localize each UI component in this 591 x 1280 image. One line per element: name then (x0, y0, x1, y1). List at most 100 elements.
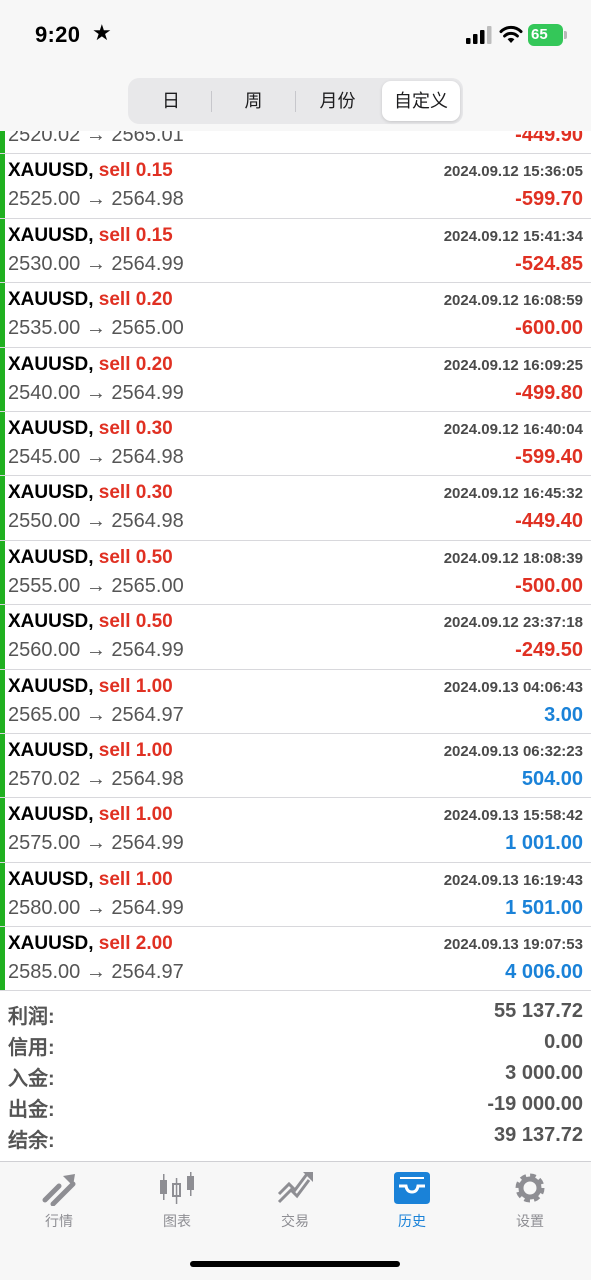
row-indicator-bar (0, 669, 5, 733)
row-indicator-bar (0, 283, 5, 347)
summary-row: 利润: 55 137.72 (0, 996, 591, 1028)
row-indicator-bar (0, 347, 5, 411)
trade-profit: 4 006.00 (505, 961, 583, 984)
trade-side-volume: sell 0.30 (98, 417, 173, 439)
settings-icon (515, 1173, 545, 1203)
trade-prices: 2550.00 → 2564.98 (8, 510, 184, 533)
summary-label: 信用: (8, 1037, 55, 1059)
row-indicator-bar (0, 862, 5, 927)
tab-settings[interactable]: 设置 (480, 1170, 580, 1234)
trade-profit: -249.50 (515, 639, 583, 662)
trade-history-list[interactable]: 2520.02 → 2565.01 -449.90 XAUUSD, sell 0… (0, 90, 591, 992)
trade-profit: -500.00 (515, 574, 583, 597)
trade-time: 2024.09.13 16:19:43 (443, 871, 583, 889)
tab-day[interactable]: 日 (131, 81, 211, 121)
wifi-icon (499, 25, 523, 43)
trade-symbol-name: XAUUSD, (8, 160, 94, 182)
trade-profit: 1 001.00 (505, 832, 583, 855)
trade-symbol-name: XAUUSD, (8, 417, 94, 439)
trade-symbol-name: XAUUSD, (8, 224, 94, 246)
tab-history[interactable]: 历史 (362, 1170, 462, 1234)
trade-symbol-name: XAUUSD, (8, 546, 94, 568)
trade-profit: 3.00 (544, 703, 583, 726)
summary-value: 0.00 (544, 1031, 583, 1053)
trade-time: 2024.09.13 15:58:42 (443, 807, 583, 825)
tab-month[interactable]: 月份 (296, 81, 379, 121)
home-indicator (190, 1261, 400, 1267)
trade-row[interactable]: XAUUSD, sell 0.50 2024.09.12 18:08:39 2555… (0, 540, 591, 606)
row-indicator-bar (0, 733, 5, 798)
trade-profit: 504.00 (521, 767, 583, 790)
trade-row[interactable]: XAUUSD, sell 0.30 2024.09.12 16:40:04 2545… (0, 411, 591, 477)
trade-time: 2024.09.12 16:40:04 (443, 420, 583, 438)
summary-value: -19 000.00 (487, 1093, 583, 1115)
trade-profit: -599.70 (515, 188, 583, 211)
trade-prices: 2555.00 → 2565.00 (8, 574, 184, 597)
trade-symbol: XAUUSD, sell 1.00 (8, 804, 173, 826)
trade-symbol-name: XAUUSD, (8, 675, 94, 697)
trade-symbol-name: XAUUSD, (8, 868, 94, 890)
trade-profit: -599.40 (515, 445, 583, 468)
trade-row[interactable]: XAUUSD, sell 0.15 2024.09.12 15:41:34 2530… (0, 218, 591, 284)
trade-symbol-name: XAUUSD, (8, 353, 94, 375)
tab-trade[interactable]: 交易 (245, 1170, 345, 1234)
trade-side-volume: sell 0.50 (98, 611, 173, 633)
trade-row[interactable]: XAUUSD, sell 0.50 2024.09.12 23:37:18 2560… (0, 605, 591, 670)
status-time: 9:20 (35, 22, 81, 47)
tab-chart-label: 图表 (163, 1213, 191, 1229)
trade-side-volume: sell 1.00 (98, 739, 173, 761)
trade-symbol: XAUUSD, sell 2.00 (8, 933, 173, 955)
trade-time: 2024.09.12 18:08:39 (443, 549, 583, 567)
trade-time: 2024.09.13 04:06:43 (443, 678, 583, 696)
trade-symbol: XAUUSD, sell 0.15 (8, 225, 173, 247)
summary-value: 39 137.72 (494, 1124, 583, 1146)
trade-side-volume: sell 0.20 (98, 289, 173, 311)
cellular-signal-icon (466, 26, 492, 44)
trade-symbol: XAUUSD, sell 0.30 (8, 482, 173, 504)
trade-symbol: XAUUSD, sell 0.20 (8, 289, 173, 311)
status-bar: 9:20 ★ 65 (0, 0, 591, 72)
summary-label: 利润: (8, 1006, 55, 1028)
trade-symbol-name: XAUUSD, (8, 482, 94, 504)
tab-custom[interactable]: 自定义 (382, 81, 460, 121)
summary-label: 结余: (8, 1130, 55, 1152)
trade-symbol-name: XAUUSD, (8, 804, 94, 826)
tab-week[interactable]: 周 (212, 81, 295, 121)
trade-row[interactable]: XAUUSD, sell 2.00 2024.09.13 19:07:53 2585… (0, 927, 591, 992)
trade-row[interactable]: XAUUSD, sell 0.30 2024.09.12 16:45:32 2550… (0, 476, 591, 541)
tab-quotes[interactable]: 行情 (9, 1170, 109, 1234)
trade-row[interactable]: XAUUSD, sell 0.15 2024.09.12 15:36:05 2525… (0, 154, 591, 219)
trade-symbol: XAUUSD, sell 0.30 (8, 418, 173, 440)
trade-side-volume: sell 0.20 (98, 353, 173, 375)
trade-prices: 2570.02 → 2564.98 (8, 767, 184, 790)
trade-symbol-name: XAUUSD, (8, 289, 94, 311)
trade-time: 2024.09.13 19:07:53 (443, 936, 583, 954)
trade-time: 2024.09.12 15:41:34 (443, 227, 583, 245)
trade-time: 2024.09.12 16:09:25 (443, 356, 583, 374)
trade-side-volume: sell 0.15 (98, 224, 173, 246)
tab-chart[interactable]: 图表 (127, 1170, 227, 1234)
trade-row[interactable]: XAUUSD, sell 1.00 2024.09.13 06:32:23 2570… (0, 733, 591, 799)
account-summary: 利润: 55 137.72 信用: 0.00 入金: 3 000.00 出金: -19 000… (0, 996, 591, 1152)
period-header: 日 周 月份 自定义 (0, 72, 591, 131)
row-indicator-bar (0, 798, 5, 862)
trade-prices: 2525.00 → 2564.98 (8, 188, 184, 211)
summary-label: 出金: (8, 1099, 55, 1121)
bottom-tab-bar: 行情 图表 交易 历史 设置 (0, 1161, 591, 1280)
trade-symbol: XAUUSD, sell 0.50 (8, 547, 173, 569)
trade-row[interactable]: XAUUSD, sell 1.00 2024.09.13 16:19:43 2580… (0, 862, 591, 928)
trade-profit: -600.00 (515, 317, 583, 340)
star-icon: ★ (92, 20, 112, 45)
trade-symbol-name: XAUUSD, (8, 933, 94, 955)
trade-row[interactable]: XAUUSD, sell 0.20 2024.09.12 16:09:25 2540… (0, 347, 591, 412)
row-indicator-bar (0, 540, 5, 605)
trade-icon (277, 1172, 313, 1204)
trade-symbol: XAUUSD, sell 1.00 (8, 869, 173, 891)
trade-prices: 2540.00 → 2564.99 (8, 381, 184, 404)
trade-row[interactable]: XAUUSD, sell 0.20 2024.09.12 16:08:59 2535… (0, 283, 591, 348)
trade-row[interactable]: XAUUSD, sell 1.00 2024.09.13 04:06:43 2565… (0, 669, 591, 734)
trade-time: 2024.09.12 16:08:59 (443, 292, 583, 310)
history-icon (394, 1172, 430, 1204)
trade-row[interactable]: XAUUSD, sell 1.00 2024.09.13 15:58:42 2575… (0, 798, 591, 863)
summary-row: 出金: -19 000.00 (0, 1089, 591, 1121)
